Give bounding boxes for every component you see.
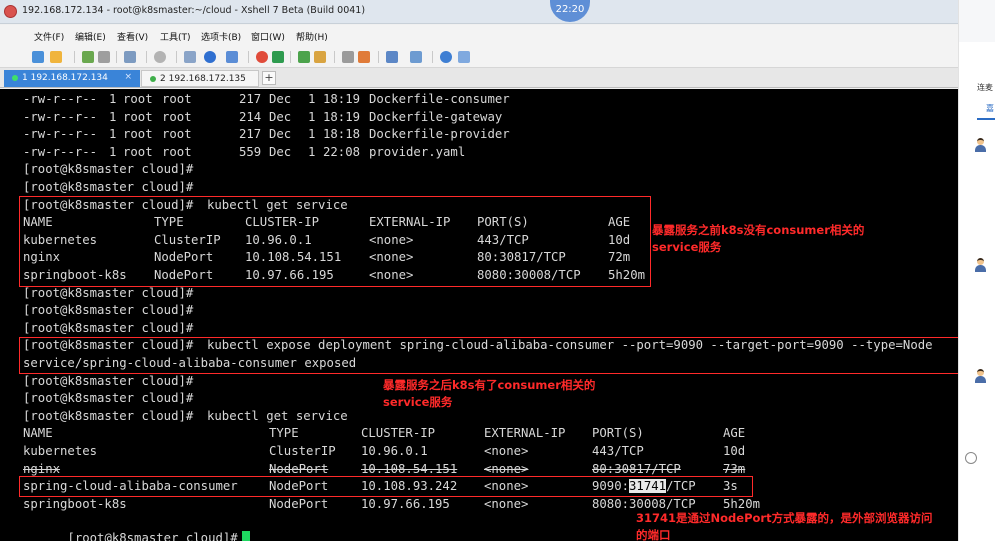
annotation-note-after: 暴露服务之后k8s有了consumer相关的 service服务 [383, 378, 596, 409]
title-bar: 192.168.172.134 - root@k8smaster:~/cloud… [0, 0, 958, 24]
tab-label: 2 192.168.172.135 [160, 74, 246, 84]
annotation-note-before: 暴露服务之前k8s没有consumer相关的 service服务 [652, 223, 865, 254]
search-icon[interactable] [154, 51, 166, 63]
properties-icon[interactable] [124, 51, 136, 63]
terminal-cursor [241, 531, 250, 541]
active-prompt-line: [root@k8smaster cloud]# [23, 513, 250, 541]
add-tab-button[interactable]: + [262, 71, 276, 85]
side-panel-label: 连麦 [977, 83, 993, 92]
avatar[interactable] [975, 369, 986, 383]
globe-icon[interactable] [204, 51, 216, 63]
table-row: kubernetes ClusterIP 10.96.0.1 <none> 44… [23, 444, 746, 458]
script-icon[interactable] [358, 51, 370, 63]
toolbar-separator [248, 51, 249, 63]
toolbar-separator [176, 51, 177, 63]
file-listing-line: -rw-r--r-- 1 root root 559 Dec 1 22:08 p… [23, 144, 466, 159]
fullscreen-icon[interactable] [298, 51, 310, 63]
xshell-window: 192.168.172.134 - root@k8smaster:~/cloud… [0, 0, 958, 541]
toolbar-separator [74, 51, 75, 63]
command-text: kubectl get service [207, 408, 348, 423]
disconnect-icon[interactable] [98, 51, 110, 63]
menu-window[interactable]: 窗口(W) [251, 30, 285, 43]
file-listing-line: -rw-r--r-- 1 root root 217 Dec 1 18:18 D… [23, 127, 510, 142]
menu-edit[interactable]: 编辑(E) [75, 30, 106, 43]
copy-icon[interactable] [184, 51, 196, 63]
session-tab-bar: 1 192.168.172.134 × 2 192.168.172.135 + [0, 68, 958, 88]
xftp-icon[interactable] [256, 51, 268, 63]
menu-help[interactable]: 帮助(H) [296, 30, 328, 43]
chat-icon[interactable] [458, 51, 470, 63]
annotation-note-port: 31741是通过NodePort方式暴露的，是外部浏览器访问 的端口 [636, 511, 933, 541]
help-icon[interactable] [440, 51, 452, 63]
toolbar-separator [146, 51, 147, 63]
new-session-icon[interactable] [32, 51, 44, 63]
lock-icon[interactable] [314, 51, 326, 63]
menu-file[interactable]: 文件(F) [34, 30, 64, 43]
file-listing-line: -rw-r--r-- 1 root root 214 Dec 1 18:19 D… [23, 109, 503, 124]
annotation-box-before [19, 196, 651, 287]
table-header: NAME TYPE CLUSTER-IP EXTERNAL-IP PORT(S)… [23, 426, 746, 441]
session-manager-icon[interactable] [272, 51, 284, 63]
side-panel-tab-indicator [977, 118, 995, 120]
command-line: [root@k8smaster cloud]# kubectl get serv… [23, 408, 348, 425]
layout-icon[interactable] [386, 51, 398, 63]
menu-bar: 文件(F) 编辑(E) 查看(V) 工具(T) 选项卡(B) 窗口(W) 帮助(… [0, 25, 958, 46]
terminal-output[interactable]: -rw-r--r-- 1 root root 217 Dec 1 18:19 D… [0, 89, 958, 541]
toolbar-separator [378, 51, 379, 63]
shell-prompt: [root@k8smaster cloud]# [23, 408, 194, 423]
annotation-box-consumer [19, 476, 753, 497]
xshell-app-icon [4, 5, 17, 18]
menu-tabs[interactable]: 选项卡(B) [201, 30, 241, 43]
connected-dot-icon [150, 75, 156, 82]
toolbar-separator [290, 51, 291, 63]
tab-session-2[interactable]: 2 192.168.172.135 [141, 70, 259, 87]
shell-prompt: [root@k8smaster cloud]# [23, 303, 194, 318]
connected-dot-icon [12, 74, 18, 81]
font-icon[interactable] [226, 51, 238, 63]
tab-label: 1 192.168.172.134 [22, 73, 108, 83]
shell-prompt: [root@k8smaster cloud]# [23, 162, 194, 177]
tab-session-1[interactable]: 1 192.168.172.134 × [4, 70, 140, 87]
shell-prompt: [root@k8smaster cloud]# [23, 320, 194, 335]
avatar[interactable] [975, 138, 986, 152]
tab-close-icon[interactable]: × [124, 72, 132, 82]
toolbar-separator [334, 51, 335, 63]
tile-icon[interactable] [410, 51, 422, 63]
side-panel-tab[interactable]: 嘉 [986, 103, 994, 114]
toolbar-separator [432, 51, 433, 63]
shell-prompt: [root@k8smaster cloud]# [23, 391, 194, 406]
open-folder-icon[interactable] [50, 51, 62, 63]
emoji-icon[interactable] [965, 452, 977, 464]
annotation-box-expose [19, 337, 958, 374]
menu-view[interactable]: 查看(V) [117, 30, 148, 43]
link-icon[interactable] [82, 51, 94, 63]
shell-prompt: [root@k8smaster cloud]# [67, 531, 238, 541]
keyboard-icon[interactable] [342, 51, 354, 63]
file-listing-line: -rw-r--r-- 1 root root 217 Dec 1 18:19 D… [23, 92, 510, 106]
menu-tools[interactable]: 工具(T) [160, 30, 191, 43]
toolbar [0, 46, 958, 68]
shell-prompt: [root@k8smaster cloud]# [23, 180, 194, 194]
toolbar-separator [116, 51, 117, 63]
table-row: springboot-k8s NodePort 10.97.66.195 <no… [23, 496, 761, 511]
avatar[interactable] [975, 258, 986, 272]
window-title: 192.168.172.134 - root@k8smaster:~/cloud… [22, 5, 366, 16]
side-chat-panel: 连麦 嘉 [958, 0, 995, 541]
clock-widget: 22:20 [550, 0, 590, 22]
shell-prompt: [root@k8smaster cloud]# [23, 285, 194, 300]
side-panel-header [959, 0, 995, 42]
shell-prompt: [root@k8smaster cloud]# [23, 373, 194, 388]
